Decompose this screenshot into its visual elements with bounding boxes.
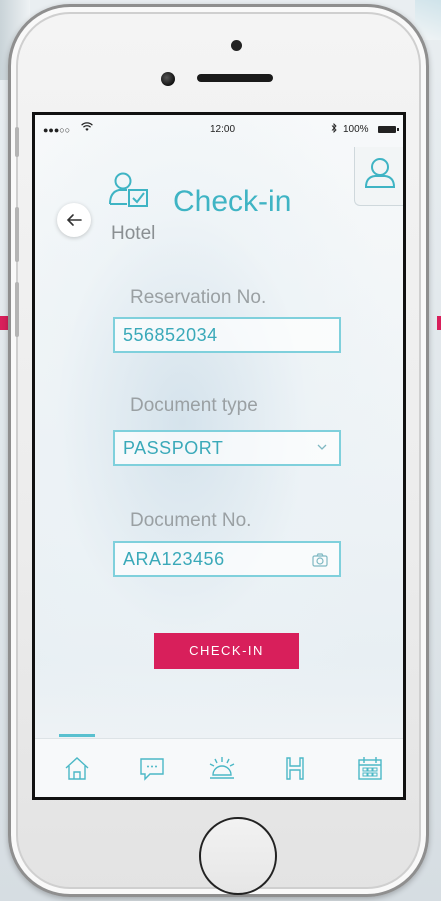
earpiece-speaker — [197, 74, 273, 82]
volume-down-button — [15, 282, 19, 337]
document-no-input[interactable]: ARA123456 — [113, 541, 341, 577]
service-bell-icon — [209, 757, 235, 779]
bluetooth-icon — [331, 122, 337, 136]
back-button[interactable] — [57, 203, 91, 237]
calendar-icon — [358, 757, 382, 780]
mute-switch — [15, 127, 19, 157]
tab-calendar[interactable] — [353, 751, 387, 785]
page-title: Check-in — [173, 185, 292, 218]
user-icon — [364, 158, 396, 188]
proximity-sensor — [231, 40, 242, 51]
signal-strength: ●●●○○ — [43, 125, 71, 135]
document-type-label: Document type — [130, 395, 258, 416]
front-camera — [161, 72, 175, 86]
hotel-h-icon — [286, 757, 304, 780]
reservation-label: Reservation No. — [130, 287, 267, 308]
accent-strip-right — [437, 316, 441, 330]
active-tab-indicator — [59, 734, 95, 737]
chat-bubble-icon — [140, 758, 164, 781]
volume-up-button — [15, 207, 19, 262]
bottom-tab-bar — [35, 734, 403, 797]
document-no-label: Document No. — [130, 510, 252, 531]
arrow-left-icon — [66, 214, 82, 226]
home-button[interactable] — [199, 817, 277, 895]
user-check-icon — [109, 172, 148, 207]
document-type-select[interactable]: PASSPORT — [113, 430, 341, 466]
profile-button[interactable] — [354, 147, 403, 206]
tab-home[interactable] — [60, 751, 94, 785]
wifi-icon — [81, 122, 93, 135]
chevron-down-icon — [317, 444, 327, 450]
page-subtitle: Hotel — [111, 223, 156, 244]
status-bar: ●●●○○ 12:00 100% — [35, 115, 403, 145]
reservation-value: 556852034 — [123, 325, 218, 345]
tab-services[interactable] — [205, 751, 239, 785]
camera-icon[interactable] — [311, 552, 329, 568]
reservation-input[interactable]: 556852034 — [113, 317, 341, 353]
document-type-value: PASSPORT — [123, 438, 224, 458]
document-no-value: ARA123456 — [123, 549, 225, 569]
check-in-button[interactable]: CHECK-IN — [154, 633, 299, 669]
battery-percentage: 100% — [343, 124, 369, 135]
tab-chat[interactable] — [135, 751, 169, 785]
home-icon — [65, 757, 89, 780]
battery-icon — [378, 126, 399, 133]
tab-hotel[interactable] — [278, 751, 312, 785]
app-screen: ●●●○○ 12:00 100% Check-in Hotel Reservat… — [32, 112, 406, 800]
status-time: 12:00 — [210, 124, 236, 135]
